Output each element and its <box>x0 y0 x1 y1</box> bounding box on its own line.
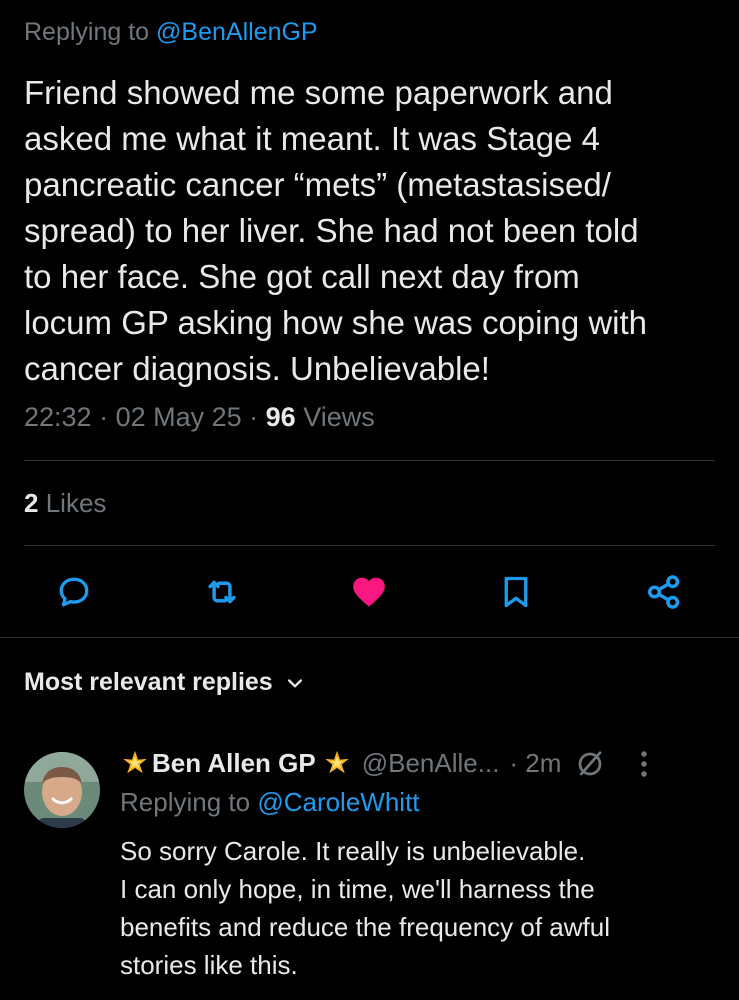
tweet-line: to her face. She got call next day from <box>24 258 580 295</box>
reply-line: I can only hope, in time, we'll harness … <box>120 874 595 904</box>
reply-line: benefits and reduce the frequency of awf… <box>120 912 610 942</box>
tweet-line: asked me what it meant. It was Stage 4 <box>24 120 600 157</box>
share-button[interactable] <box>642 570 686 614</box>
reply-time[interactable]: · 2m <box>509 748 561 779</box>
tweet-time[interactable]: 22:32 <box>24 402 92 432</box>
likes-label: Likes <box>45 488 107 518</box>
divider <box>0 637 739 638</box>
tweet-line: spread) to her liver. She had not been t… <box>24 212 639 249</box>
sparkle-star-icon <box>324 750 349 773</box>
divider <box>24 545 715 546</box>
reply-display-name: Ben Allen GP <box>152 748 316 778</box>
action-bar <box>0 570 739 620</box>
reply-button[interactable] <box>52 570 96 614</box>
tweet-line: cancer diagnosis. Unbelievable! <box>24 350 490 387</box>
share-icon <box>648 575 680 609</box>
avatar-photo <box>24 752 100 828</box>
chevron-down-icon <box>287 678 302 687</box>
like-button[interactable] <box>347 570 391 614</box>
tweet-line: pancreatic cancer “mets” (metastasised/ <box>24 166 611 203</box>
reply-icon <box>59 577 89 607</box>
avatar[interactable] <box>24 752 100 828</box>
reply-line: So sorry Carole. It really is unbelievab… <box>120 836 586 866</box>
replying-to-label: Replying to <box>24 18 157 46</box>
tweet-line: locum GP asking how she was coping with <box>24 304 648 341</box>
more-options-icon[interactable] <box>639 749 649 779</box>
likes-link[interactable]: 2 Likes <box>24 488 106 519</box>
likes-count: 2 <box>24 488 39 518</box>
views-count: 96 <box>265 402 296 432</box>
reply-text: So sorry Carole. It really is unbelievab… <box>120 832 720 984</box>
views-label: Views <box>303 402 375 432</box>
replying-to-line: Replying to @BenAllenGP <box>24 18 318 47</box>
divider <box>24 460 715 461</box>
reply-replying-to: Replying to @CaroleWhitt <box>120 787 420 818</box>
reply-handle[interactable]: @BenAlle... <box>362 748 500 779</box>
bookmark-button[interactable] <box>494 570 538 614</box>
retweet-icon <box>208 580 236 604</box>
reply-replying-label: Replying to <box>120 787 258 817</box>
tweet-meta: 22:32 · 02 May 25 · 96 Views <box>24 402 375 432</box>
reply-replying-mention[interactable]: @CaroleWhitt <box>257 787 419 817</box>
sparkle-star-icon <box>123 750 147 773</box>
reply-author-name[interactable]: Ben Allen GP <box>120 748 352 779</box>
retweet-button[interactable] <box>200 570 244 614</box>
tweet-line: Friend showed me some paperwork and <box>24 74 613 111</box>
tweet-date[interactable]: 02 May 25 <box>116 402 242 432</box>
replies-sort-dropdown[interactable]: Most relevant replies <box>24 668 305 697</box>
reply-line: stories like this. <box>120 950 298 980</box>
reply-header: Ben Allen GP @BenAlle... · 2m <box>120 748 649 779</box>
replies-section-title: Most relevant replies <box>24 668 273 696</box>
heart-filled-icon <box>353 577 385 607</box>
tweet-text: Friend showed me some paperwork and aske… <box>24 70 724 392</box>
replying-to-mention[interactable]: @BenAllenGP <box>156 18 318 46</box>
grok-icon[interactable] <box>575 749 605 779</box>
bookmark-icon <box>504 576 528 608</box>
